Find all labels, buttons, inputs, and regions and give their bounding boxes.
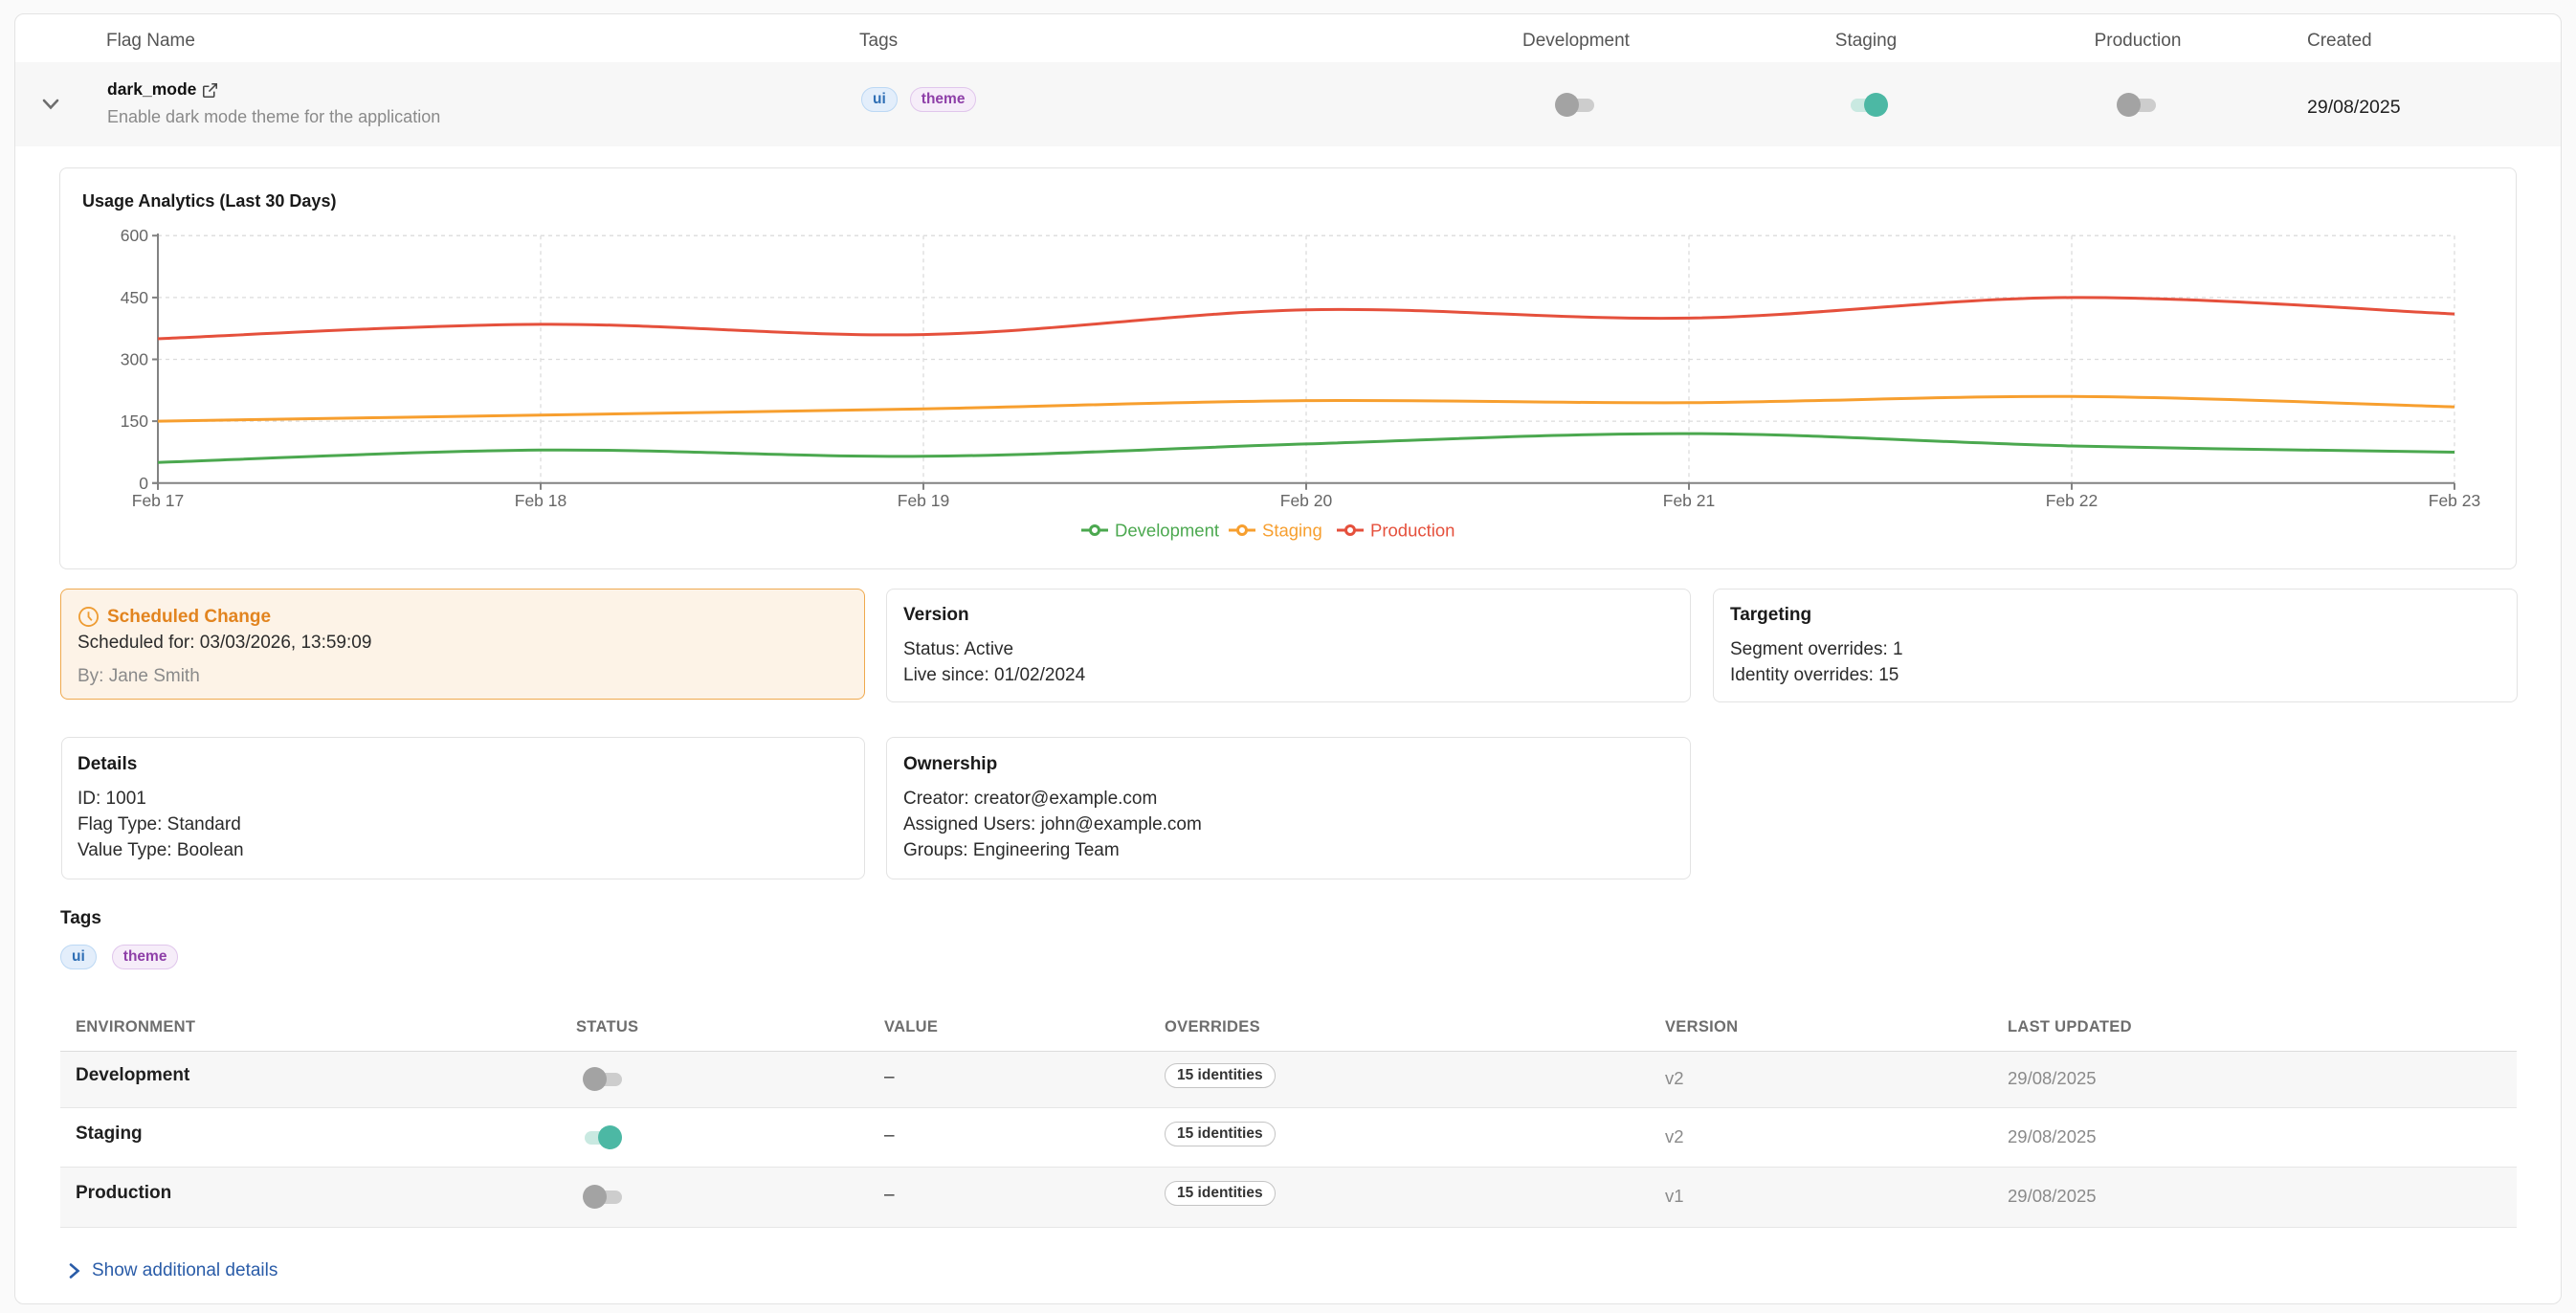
svg-text:Feb 19: Feb 19: [898, 491, 949, 510]
svg-text:Feb 18: Feb 18: [515, 491, 566, 510]
svg-text:Feb 23: Feb 23: [2429, 491, 2480, 510]
svg-text:0: 0: [139, 474, 148, 493]
svg-text:600: 600: [121, 226, 148, 245]
svg-text:450: 450: [121, 288, 148, 307]
svg-text:Staging: Staging: [1262, 521, 1322, 541]
svg-text:Feb 22: Feb 22: [2046, 491, 2098, 510]
svg-text:Feb 17: Feb 17: [132, 491, 184, 510]
svg-text:300: 300: [121, 350, 148, 369]
svg-text:Feb 20: Feb 20: [1280, 491, 1333, 510]
svg-text:Development: Development: [1115, 521, 1219, 541]
svg-text:Feb 21: Feb 21: [1663, 491, 1715, 510]
svg-text:Production: Production: [1370, 521, 1455, 541]
svg-text:150: 150: [121, 412, 148, 431]
